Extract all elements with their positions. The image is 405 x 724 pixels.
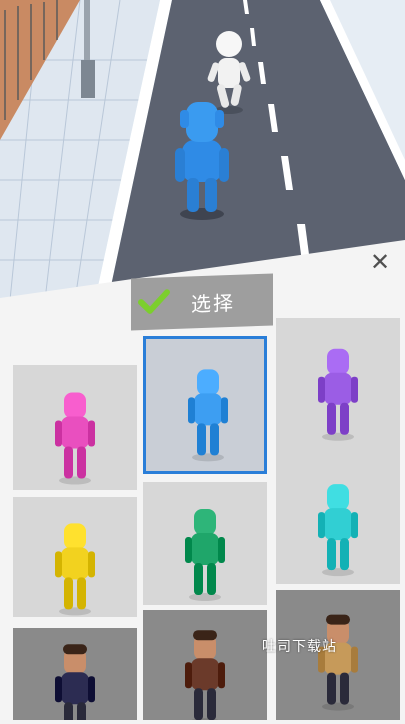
character-figure-yellow bbox=[55, 523, 95, 616]
watermark-text: 吐司下载站 bbox=[262, 639, 337, 655]
close-button[interactable]: ✕ bbox=[365, 248, 395, 276]
character-card-businessman[interactable] bbox=[13, 628, 137, 720]
select-label: 选择 bbox=[191, 290, 235, 316]
character-card-purple[interactable] bbox=[276, 318, 400, 458]
character-figure-blue bbox=[188, 369, 228, 462]
checkmark-icon bbox=[137, 287, 171, 320]
character-card-magenta[interactable] bbox=[13, 365, 137, 490]
character-figure-green bbox=[185, 509, 225, 602]
close-icon: ✕ bbox=[369, 248, 391, 276]
character-card-yellow[interactable] bbox=[13, 497, 137, 617]
character-card-cyan[interactable] bbox=[276, 456, 400, 584]
character-figure-purple bbox=[318, 348, 358, 441]
select-button[interactable]: 选择 bbox=[131, 273, 273, 331]
character-figure-bearded-man bbox=[185, 630, 225, 720]
character-figure-cyan bbox=[318, 484, 358, 577]
character-card-blue[interactable] bbox=[143, 336, 267, 474]
character-figure-businessman bbox=[55, 644, 95, 720]
character-card-bearded-man[interactable] bbox=[143, 610, 267, 720]
character-figure-magenta bbox=[55, 392, 95, 485]
character-card-green[interactable] bbox=[143, 482, 267, 605]
